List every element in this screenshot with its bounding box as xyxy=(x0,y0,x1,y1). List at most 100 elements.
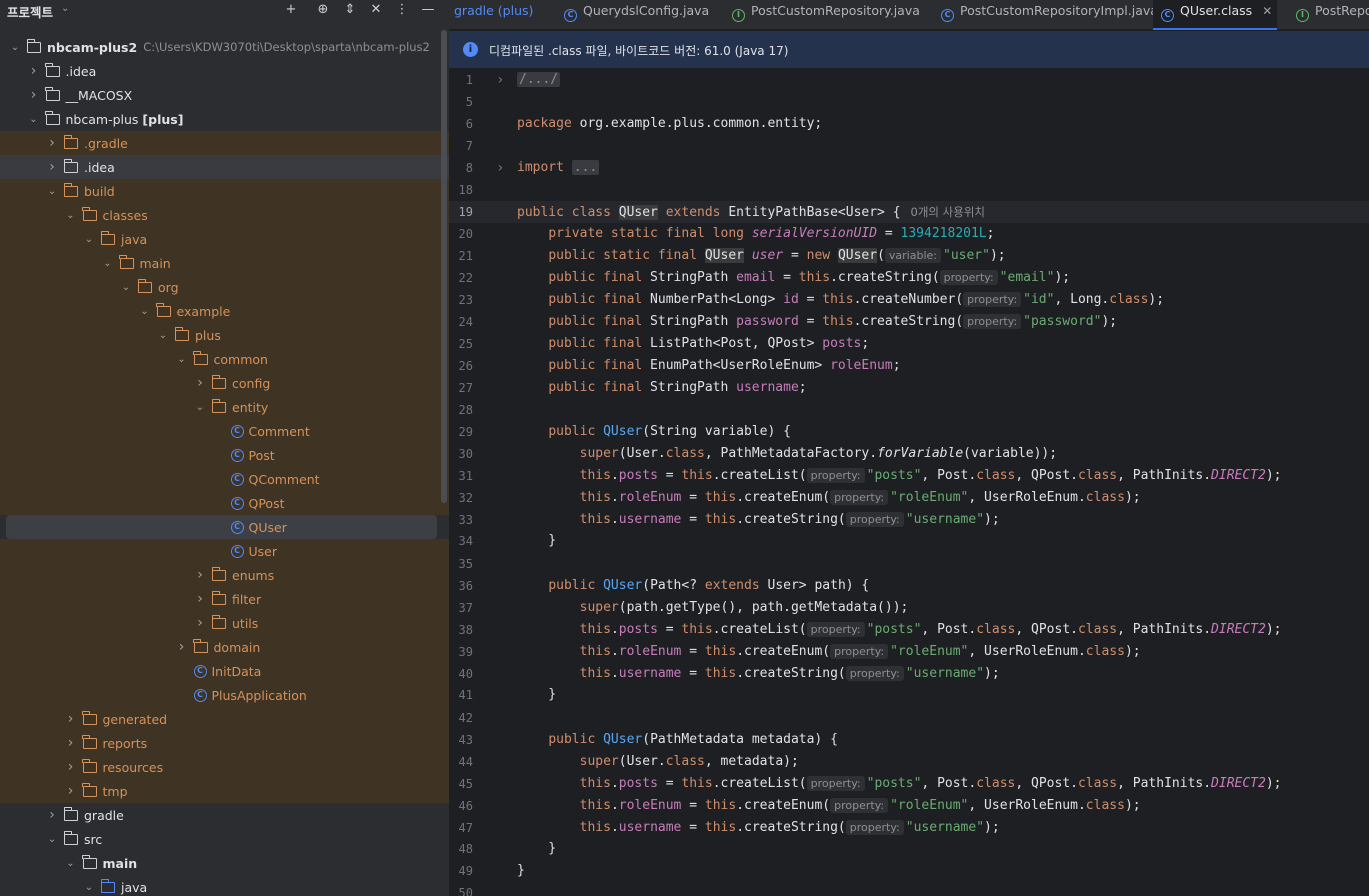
tree-item-comment[interactable]: C Comment xyxy=(0,419,449,443)
minimize-icon[interactable]: — xyxy=(418,0,438,20)
tree-item-main[interactable]: ⌄ main xyxy=(0,851,449,875)
tab-postcustomrepository-java[interactable]: I PostCustomRepository.java xyxy=(732,0,932,30)
chevron-down-icon[interactable]: ⌄ xyxy=(174,354,190,365)
tree-item-nbcam-plus[interactable]: ⌄ nbcam-plus [plus] xyxy=(0,107,449,131)
fold-icon[interactable]: › xyxy=(496,157,504,179)
chevron-right-icon[interactable]: › xyxy=(192,375,208,391)
add-icon[interactable]: + xyxy=(281,0,301,20)
code-line[interactable]: 18 xyxy=(449,179,1369,201)
code-line[interactable]: 6 package org.example.plus.common.entity; xyxy=(449,113,1369,135)
chevron-down-icon[interactable]: ⌄ xyxy=(63,858,79,869)
chevron-down-icon[interactable]: ⌄ xyxy=(44,834,60,845)
code-line[interactable]: 26 public final EnumPath<UserRoleEnum> r… xyxy=(449,355,1369,377)
tree-item-tmp[interactable]: › tmp xyxy=(0,779,449,803)
code-line[interactable]: 22 public final StringPath email = this.… xyxy=(449,267,1369,289)
chevron-right-icon[interactable]: › xyxy=(26,87,42,103)
tree-item-plusapplication[interactable]: C PlusApplication xyxy=(0,683,449,707)
tab-gradle-plus[interactable]: gradle (plus) xyxy=(454,0,554,30)
code-line[interactable]: 29 public QUser(String variable) { xyxy=(449,421,1369,443)
tree-item-org[interactable]: ⌄ org xyxy=(0,275,449,299)
tree-item-src[interactable]: ⌄ src xyxy=(0,827,449,851)
tree-item-filter[interactable]: › filter xyxy=(0,587,449,611)
chevron-right-icon[interactable]: › xyxy=(44,807,60,823)
code-line[interactable]: 35 xyxy=(449,553,1369,575)
chevron-down-icon[interactable]: ⌄ xyxy=(155,330,171,341)
tree-item-initdata[interactable]: C InitData xyxy=(0,659,449,683)
code-line[interactable]: 28 xyxy=(449,399,1369,421)
chevron-right-icon[interactable]: › xyxy=(63,783,79,799)
code-line[interactable]: 43 public QUser(PathMetadata metadata) { xyxy=(449,729,1369,751)
tree-item-quser[interactable]: C QUser xyxy=(6,515,437,539)
tree-item-plus[interactable]: ⌄ plus xyxy=(0,323,449,347)
code-line[interactable]: 27 public final StringPath username; xyxy=(449,377,1369,399)
chevron-down-icon[interactable]: ⌄ xyxy=(63,210,79,221)
code-line[interactable]: 39 this.roleEnum = this.createEnum(prope… xyxy=(449,641,1369,663)
code-line[interactable]: 49} xyxy=(449,860,1369,882)
code-line[interactable]: 45 this.posts = this.createList(property… xyxy=(449,773,1369,795)
chevron-down-icon[interactable]: ⌄ xyxy=(7,42,23,53)
tree-item-macosx[interactable]: › __MACOSX xyxy=(0,83,449,107)
code-line[interactable]: 36 public QUser(Path<? extends User> pat… xyxy=(449,575,1369,597)
chevron-down-icon[interactable]: ⌄ xyxy=(81,882,97,893)
tree-item-common[interactable]: ⌄ common xyxy=(0,347,449,371)
tree-item-classes[interactable]: ⌄ classes xyxy=(0,203,449,227)
tree-item-entity[interactable]: ⌄ entity xyxy=(0,395,449,419)
chevron-right-icon[interactable]: › xyxy=(63,735,79,751)
code-line[interactable]: 1 › /.../ xyxy=(449,69,1369,91)
chevron-right-icon[interactable]: › xyxy=(44,159,60,175)
code-line[interactable]: 31 this.posts = this.createList(property… xyxy=(449,465,1369,487)
project-scrollbar[interactable] xyxy=(441,30,447,503)
chevron-down-icon[interactable]: ⌄ xyxy=(44,186,60,197)
code-line[interactable]: 42 xyxy=(449,707,1369,729)
chevron-right-icon[interactable]: › xyxy=(192,567,208,583)
tree-item-config[interactable]: › config xyxy=(0,371,449,395)
code-line[interactable]: 8 › import ... xyxy=(449,157,1369,179)
tree-item-example[interactable]: ⌄ example xyxy=(0,299,449,323)
tree-item-idea[interactable]: › .idea xyxy=(0,155,449,179)
tree-item-post[interactable]: C Post xyxy=(0,443,449,467)
chevron-down-icon[interactable]: ⌄ xyxy=(61,3,69,14)
code-line[interactable]: 30 super(User.class, PathMetadataFactory… xyxy=(449,443,1369,465)
code-line[interactable]: 44 super(User.class, metadata); xyxy=(449,751,1369,773)
tree-item-enums[interactable]: › enums xyxy=(0,563,449,587)
expand-all-icon[interactable]: ⇕ xyxy=(340,0,360,20)
tree-item-build[interactable]: ⌄ build xyxy=(0,179,449,203)
code-line[interactable]: 38 this.posts = this.createList(property… xyxy=(449,619,1369,641)
chevron-right-icon[interactable]: › xyxy=(192,591,208,607)
code-line[interactable]: 23 public final NumberPath<Long> id = th… xyxy=(449,289,1369,311)
code-editor[interactable]: 1 › /.../ 5 6 package org.example.plus.common… xyxy=(449,69,1369,896)
chevron-down-icon[interactable]: ⌄ xyxy=(26,114,42,125)
tree-item-idea[interactable]: › .idea xyxy=(0,59,449,83)
tree-item-qpost[interactable]: C QPost xyxy=(0,491,449,515)
code-line[interactable]: 50 xyxy=(449,882,1369,896)
tab-querydslconfig-java[interactable]: C QuerydslConfig.java xyxy=(564,0,724,30)
tab-postcustomrepositoryimpl-java[interactable]: C PostCustomRepositoryImpl.java xyxy=(941,0,1158,30)
code-line[interactable]: 48 } xyxy=(449,838,1369,860)
code-line[interactable]: 41 } xyxy=(449,684,1369,706)
tree-item-java[interactable]: ⌄ java xyxy=(0,227,449,251)
code-line[interactable]: 34 } xyxy=(449,530,1369,552)
code-line[interactable]: 47 this.username = this.createString(pro… xyxy=(449,817,1369,839)
tree-item-reports[interactable]: › reports xyxy=(0,731,449,755)
code-line[interactable]: 20 private static final long serialVersi… xyxy=(449,223,1369,245)
tree-item-java[interactable]: ⌄ java xyxy=(0,875,449,896)
code-line[interactable]: 19 public class QUser extends EntityPathB… xyxy=(449,201,1369,223)
code-line[interactable]: 46 this.roleEnum = this.createEnum(prope… xyxy=(449,795,1369,817)
tree-item-domain[interactable]: › domain xyxy=(0,635,449,659)
chevron-right-icon[interactable]: › xyxy=(63,711,79,727)
code-line[interactable]: 40 this.username = this.createString(pro… xyxy=(449,663,1369,685)
chevron-right-icon[interactable]: › xyxy=(192,615,208,631)
close-tab-icon[interactable]: ✕ xyxy=(1262,4,1272,18)
chevron-down-icon[interactable]: ⌄ xyxy=(100,258,116,269)
collapse-all-icon[interactable]: ✕ xyxy=(366,0,386,20)
code-line[interactable]: 24 public final StringPath password = th… xyxy=(449,311,1369,333)
tree-item-gradle[interactable]: › gradle xyxy=(0,803,449,827)
code-line[interactable]: 5 xyxy=(449,91,1369,113)
tree-item-gradle[interactable]: › .gradle xyxy=(0,131,449,155)
project-panel-title[interactable]: 프로젝트 xyxy=(7,2,53,21)
code-line[interactable]: 21 public static final QUser user = new … xyxy=(449,245,1369,267)
code-line[interactable]: 33 this.username = this.createString(pro… xyxy=(449,509,1369,531)
chevron-down-icon[interactable]: ⌄ xyxy=(81,234,97,245)
chevron-right-icon[interactable]: › xyxy=(44,135,60,151)
code-line[interactable]: 25 public final ListPath<Post, QPost> po… xyxy=(449,333,1369,355)
